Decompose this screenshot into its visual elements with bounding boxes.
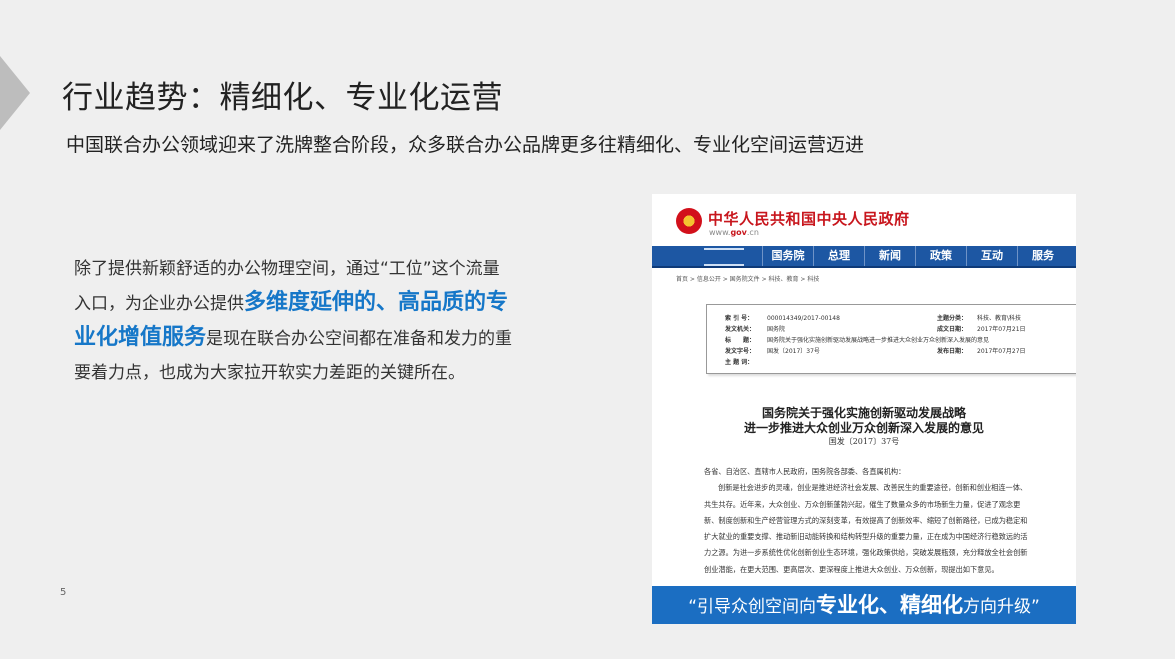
document-salutation: 各省、自治区、直辖市人民政府，国务院各部委、各直属机构：: [704, 467, 906, 476]
gov-site-header: 中华人民共和国中央人民政府 www.gov.cn: [652, 194, 1076, 246]
meta-category: 主题分类： 科技、教育\科技: [937, 315, 1022, 322]
quote-prefix: “引导众创空间向: [688, 597, 816, 617]
page-title: 行业趋势：精细化、专业化运营: [62, 80, 503, 116]
document-number: 国发〔2017〕37号: [828, 437, 900, 446]
national-emblem-icon: [676, 208, 702, 234]
body-paragraph: 除了提供新颖舒适的办公物理空间，通过“工位”这个流量入口，为企业办公提供多维度延…: [74, 252, 514, 390]
meta-issuer: 发文机关： 国务院: [725, 326, 786, 333]
meta-heading: 标 题： 国务院关于强化实施创新驱动发展战略进一步推进大众创业万众创新深入发展的意…: [725, 337, 990, 344]
document-body: 各省、自治区、直辖市人民政府，国务院各部委、各直属机构： 创新是社会进步的灵魂，…: [704, 464, 1034, 578]
meta-created: 成文日期： 2017年07月21日: [937, 326, 1026, 333]
meta-subject: 主 题 词：: [725, 359, 754, 366]
meta-published: 发布日期： 2017年07月27日: [937, 348, 1026, 355]
government-document-screenshot: 中华人民共和国中央人民政府 www.gov.cn 国务院 总理 新闻 政策 互动…: [652, 194, 1076, 624]
quote-emphasis: 专业化、精细化: [816, 593, 963, 617]
tiananmen-icon: [704, 248, 744, 266]
quote-banner: “引导众创空间向专业化、精细化方向升级”: [652, 586, 1076, 624]
meta-docno: 发文字号： 国发〔2017〕37号: [725, 348, 820, 355]
gov-nav-bar: 国务院 总理 新闻 政策 互动 服务: [652, 246, 1076, 268]
meta-index: 索 引 号： 000014349/2017-00148: [725, 315, 840, 322]
nav-item-premier[interactable]: 总理: [813, 246, 864, 266]
document-paragraph: 创新是社会进步的灵魂，创业是推进经济社会发展、改善民生的重要途径，创新和创业相连…: [704, 483, 1028, 574]
breadcrumb: 首页 > 信息公开 > 国务院文件 > 科技、教育 > 科技: [676, 276, 820, 283]
page-number: 5: [60, 587, 67, 598]
quote-suffix: 方向升级”: [963, 597, 1040, 617]
gov-site-url: www.gov.cn: [709, 228, 759, 237]
nav-item-state-council[interactable]: 国务院: [762, 246, 813, 266]
document-title-line-2: 进一步推进大众创业万众创新深入发展的意见: [743, 421, 984, 435]
nav-item-interaction[interactable]: 互动: [966, 246, 1017, 266]
nav-item-news[interactable]: 新闻: [864, 246, 915, 266]
page-subtitle: 中国联合办公领域迎来了洗牌整合阶段，众多联合办公品牌更多往精细化、专业化空间运营…: [66, 134, 865, 156]
corner-decoration: [0, 56, 30, 130]
nav-item-policy[interactable]: 政策: [915, 246, 966, 266]
gov-site-name: 中华人民共和国中央人民政府: [708, 210, 910, 228]
nav-item-service[interactable]: 服务: [1017, 246, 1068, 266]
document-meta-table: 索 引 号： 000014349/2017-00148 发文机关： 国务院 标 题：…: [706, 304, 1076, 374]
